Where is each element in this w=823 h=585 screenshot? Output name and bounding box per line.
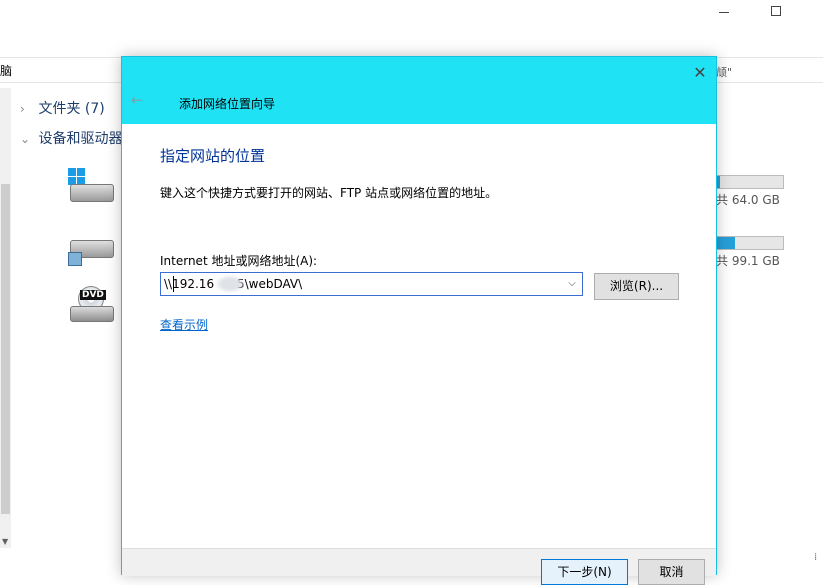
dvd-drive-icon[interactable]: DVD	[68, 286, 116, 322]
browse-button[interactable]: 浏览(R)...	[594, 273, 679, 300]
search-box-text[interactable]: 颃"	[716, 64, 732, 80]
maximize-button[interactable]	[763, 2, 793, 20]
dialog-footer: 下一步(N) 取消	[122, 548, 716, 585]
nav-pane-scrollbar[interactable]: ▼	[0, 88, 11, 548]
nav-item-devices[interactable]: ⌄ 设备和驱动器	[20, 128, 122, 148]
chevron-right-icon[interactable]: ›	[20, 102, 34, 116]
user-share-icon	[68, 252, 82, 266]
text-caret	[173, 276, 174, 292]
back-arrow-icon[interactable]: ←	[128, 91, 146, 109]
disk-body	[70, 306, 114, 322]
chevron-down-icon[interactable]: ⌄	[20, 132, 34, 146]
dialog-title-bar: ← 添加网络位置向导 ✕	[122, 57, 716, 124]
next-button[interactable]: 下一步(N)	[541, 559, 628, 585]
local-disk-icon[interactable]	[68, 168, 116, 204]
drive-capacity-text: 共 64.0 GB	[716, 193, 780, 207]
drive-usage-fill	[717, 176, 720, 188]
network-disk-icon[interactable]	[68, 234, 116, 270]
disk-body	[70, 184, 114, 202]
scroll-down-icon[interactable]: ▼	[2, 537, 8, 546]
status-grip-icon: ⁞	[814, 552, 818, 563]
drive-usage-fill	[717, 237, 735, 249]
nav-item-label: 文件夹 (7)	[38, 101, 105, 117]
drive-usage-bar	[716, 236, 784, 250]
drive-usage-bar	[716, 175, 784, 189]
view-example-link[interactable]: 查看示例	[160, 316, 208, 333]
chevron-down-icon[interactable]: ⌵	[564, 275, 580, 293]
nav-item-folders[interactable]: › 文件夹 (7)	[20, 98, 105, 118]
nav-item-label: 设备和驱动器	[38, 131, 123, 147]
close-icon[interactable]: ✕	[690, 63, 710, 83]
window-controls	[703, 0, 823, 24]
address-text: 脑	[0, 64, 13, 78]
cancel-button[interactable]: 取消	[638, 559, 705, 585]
drive-capacity-text: 共 99.1 GB	[716, 254, 780, 268]
dvd-label: DVD	[80, 290, 106, 300]
page-heading: 指定网站的位置	[160, 147, 266, 165]
dialog-title: 添加网络位置向导	[179, 97, 276, 111]
redacted-blur	[215, 275, 245, 293]
page-description: 键入这个快捷方式要打开的网站、FTP 站点或网络位置的地址。	[160, 186, 498, 200]
scrollbar-thumb[interactable]	[1, 184, 10, 514]
add-network-location-dialog: ← 添加网络位置向导 ✕ 指定网站的位置 键入这个快捷方式要打开的网站、FTP …	[121, 56, 717, 585]
minimize-button[interactable]	[711, 4, 741, 20]
address-combobox[interactable]: \\192.16 5\webDAV\ ⌵	[160, 272, 583, 296]
address-field-label: Internet 地址或网络地址(A):	[160, 254, 318, 268]
